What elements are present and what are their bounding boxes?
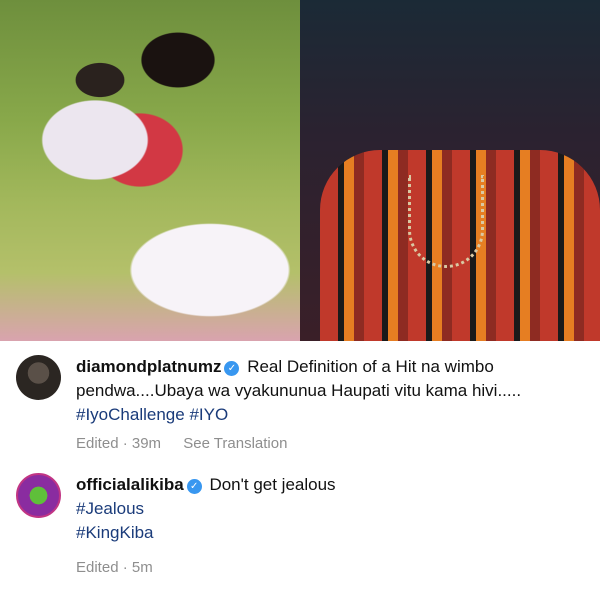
photo-couple xyxy=(0,0,300,341)
verified-badge-icon: ✓ xyxy=(224,361,240,376)
see-translation-link[interactable]: See Translation xyxy=(183,435,287,452)
username[interactable]: officialalikiba xyxy=(76,475,184,494)
edited-time: Edited · 5m xyxy=(76,559,153,576)
avatar[interactable] xyxy=(16,473,61,518)
username[interactable]: diamondplatnumz xyxy=(76,357,221,376)
photo-man-hat xyxy=(300,0,600,341)
avatar[interactable] xyxy=(16,355,61,400)
comment-body: diamondplatnumz ✓ Real Definition of a Hi… xyxy=(76,355,576,427)
hashtag[interactable]: #KingKiba xyxy=(76,521,576,545)
comment-text: Don't get jealous xyxy=(209,475,336,494)
hashtag[interactable]: #IYO xyxy=(189,405,228,424)
hashtag[interactable]: #Jealous xyxy=(76,497,576,521)
comment-meta: Edited · 39m See Translation xyxy=(76,435,305,452)
photo-collage xyxy=(0,0,600,341)
verified-badge-icon: ✓ xyxy=(186,479,202,494)
edited-time: Edited · 39m xyxy=(76,435,162,452)
chain-necklace xyxy=(408,175,484,268)
comment-body: officialalikiba ✓ Don't get jealous #Jeal… xyxy=(76,473,576,545)
comment-meta: Edited · 5m xyxy=(76,559,171,576)
hashtag[interactable]: #IyoChallenge xyxy=(76,405,185,424)
